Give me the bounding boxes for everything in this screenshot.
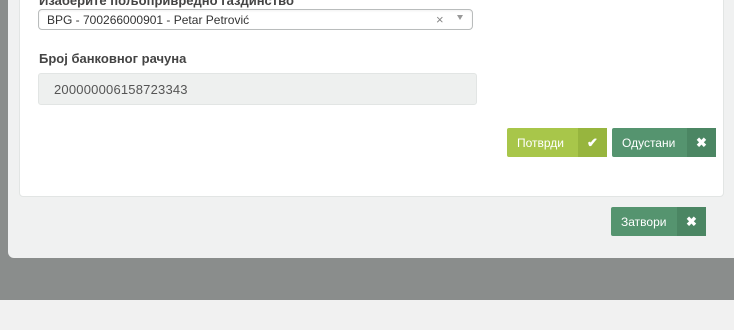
farm-select[interactable]: BPG - 700266000901 - Petar Petrović ×: [38, 9, 473, 30]
close-button[interactable]: Затвори ✖: [611, 207, 706, 236]
farm-select-value: BPG - 700266000901 - Petar Petrović: [47, 13, 250, 27]
cancel-button-label: Одустани: [622, 135, 676, 150]
close-icon: ✖: [687, 128, 716, 157]
check-icon: ✔: [578, 128, 607, 157]
account-number-value: 200000006158723343: [54, 82, 188, 97]
account-number-label: Број банковног рачуна: [39, 51, 187, 66]
page-background: [0, 300, 734, 330]
chevron-down-icon[interactable]: [457, 15, 463, 20]
confirm-button-label: Потврди: [517, 135, 565, 150]
cancel-button[interactable]: Одустани ✖: [612, 128, 716, 157]
close-icon: ✖: [677, 207, 706, 236]
farm-select-label: Изаберите пољопривредно газдинство: [39, 0, 294, 8]
close-button-label: Затвори: [621, 214, 667, 229]
account-number-field[interactable]: 200000006158723343: [38, 73, 477, 105]
confirm-button[interactable]: Потврди ✔: [507, 128, 607, 157]
clear-icon[interactable]: ×: [436, 12, 444, 27]
